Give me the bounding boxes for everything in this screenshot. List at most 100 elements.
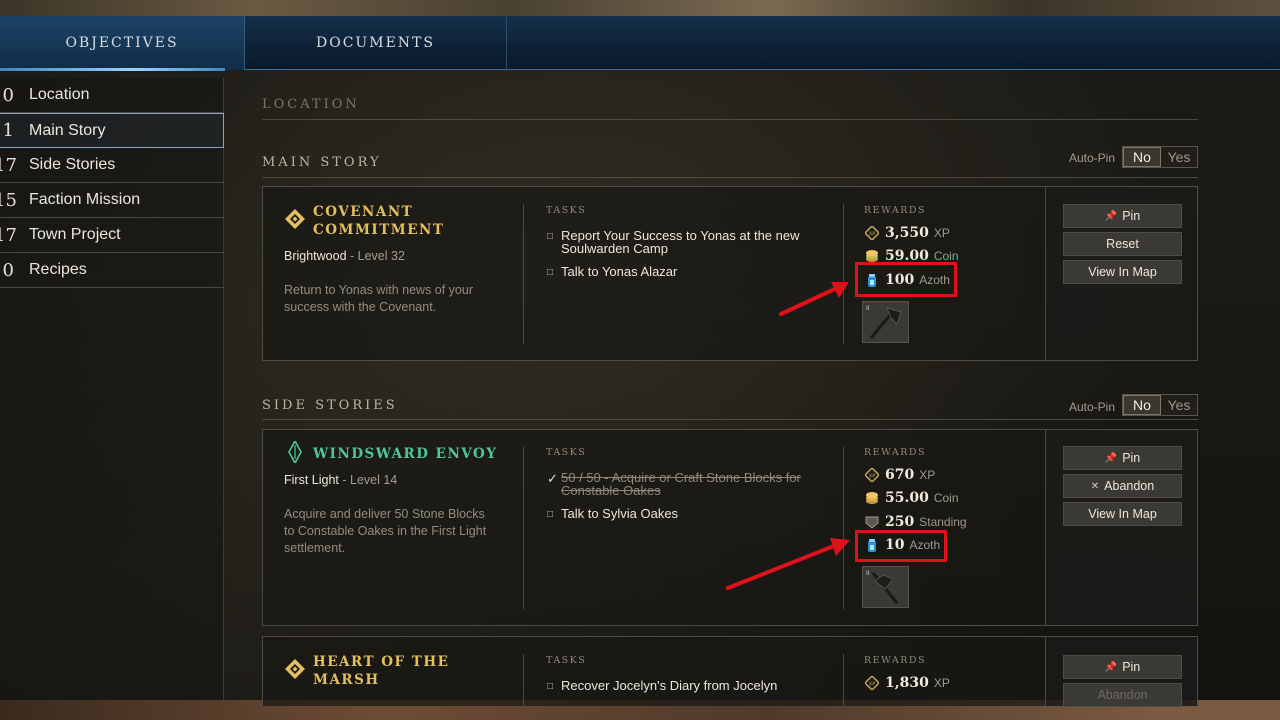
autopin-yes-option[interactable]: Yes <box>1161 147 1197 167</box>
autopin-no-option[interactable]: No <box>1123 147 1161 167</box>
standing-icon <box>865 515 879 529</box>
reward-value: 1,830 <box>885 675 929 691</box>
rewards-header: REWARDS <box>864 655 927 666</box>
sidebar-count: 0 <box>2 84 14 106</box>
task-checkbox: □ <box>547 231 554 242</box>
sidebar-item-side-stories[interactable]: 17 Side Stories <box>0 148 224 183</box>
section-title-main-story: MAIN STORY <box>262 155 382 170</box>
close-icon: ✕ <box>1090 480 1100 492</box>
column-divider <box>843 654 844 714</box>
sidebar-item-location[interactable]: 0 Location <box>0 78 224 113</box>
quest-description: Acquire and deliver 50 Stone Blocks to C… <box>284 507 487 555</box>
reward-value: 250 <box>885 514 915 530</box>
section-divider <box>262 177 1198 178</box>
pin-button[interactable]: 📌 Pin <box>1063 204 1182 228</box>
main-quest-diamond-icon <box>285 209 305 229</box>
azoth-highlight-box <box>855 262 957 297</box>
pin-icon: 📌 <box>1104 661 1118 673</box>
task-text: 50 / 50 - Acquire or Craft Stone Blocks … <box>561 470 801 498</box>
reward-value: 670 <box>885 467 915 483</box>
reward-xp: XP 3,550 XP <box>865 225 950 241</box>
pin-button[interactable]: 📌 Pin <box>1063 446 1182 470</box>
red-arrow-icon <box>779 282 849 316</box>
sidebar-count: 17 <box>0 154 17 176</box>
task-text: Talk to Yonas Alazar <box>561 264 678 279</box>
sidebar-count: 17 <box>0 224 17 246</box>
reward-item-slot[interactable]: II <box>862 301 909 343</box>
sidebar-item-label: Town Project <box>29 226 121 243</box>
reward-unit: Standing <box>919 515 967 529</box>
pin-icon: 📌 <box>1104 452 1118 464</box>
view-in-map-button[interactable]: View In Map <box>1063 260 1182 284</box>
button-label: Abandon <box>1104 479 1155 493</box>
task-item: □ Recover Jocelyn's Diary from Jocelyn <box>547 679 831 693</box>
quest-card-windsward-envoy[interactable]: WINDSWARD ENVOY First Light - Level 14 A… <box>262 429 1198 626</box>
reward-unit: XP <box>933 226 950 240</box>
pin-button[interactable]: 📌 Pin <box>1063 655 1182 679</box>
tasks-header: TASKS <box>546 205 587 216</box>
objectives-sidebar: 0 Location 1 Main Story 17 Side Stories … <box>0 78 224 700</box>
sidebar-item-label: Faction Mission <box>29 191 141 208</box>
autopin-no-option[interactable]: No <box>1123 395 1161 415</box>
autopin-yes-option[interactable]: Yes <box>1161 395 1197 415</box>
reward-unit: XP <box>933 676 950 690</box>
quest-location-name: Brightwood <box>284 249 347 263</box>
main-quest-diamond-icon <box>285 659 305 679</box>
abandon-button[interactable]: ✕ Abandon <box>1063 474 1182 498</box>
reward-item-slot[interactable]: II <box>862 566 909 608</box>
tab-objectives[interactable]: OBJECTIVES <box>0 16 245 71</box>
azoth-highlight-box <box>855 530 947 562</box>
pin-icon: 📌 <box>1104 210 1118 222</box>
reward-xp: XP 670 XP <box>865 467 935 483</box>
task-checkbox: □ <box>547 267 554 278</box>
tab-bar: OBJECTIVES DOCUMENTS <box>0 16 1280 71</box>
abandon-button[interactable]: Abandon <box>1063 683 1182 707</box>
reset-button[interactable]: Reset <box>1063 232 1182 256</box>
task-checkbox: □ <box>547 681 554 692</box>
reward-coin: 55.00 Coin <box>865 490 959 506</box>
quest-title: COVENANT COMMITMENT <box>313 203 444 239</box>
coin-icon <box>865 249 879 263</box>
task-item: □ Talk to Yonas Alazar <box>547 265 831 279</box>
section-title-side-stories: SIDE STORIES <box>262 398 398 413</box>
autopin-toggle-side: No Yes <box>1122 394 1198 416</box>
coin-icon <box>865 491 879 505</box>
sidebar-item-main-story[interactable]: 1 Main Story <box>0 113 224 148</box>
task-item: □ Report Your Success to Yonas at the ne… <box>547 229 831 255</box>
svg-text:XP: XP <box>869 474 875 480</box>
quest-description: Return to Yonas with news of your succes… <box>284 283 474 314</box>
reward-unit: Coin <box>933 491 959 505</box>
svg-text:XP: XP <box>869 232 875 238</box>
quest-title: WINDSWARD ENVOY <box>313 446 498 462</box>
top-scene-strip <box>0 0 1280 16</box>
quest-location-name: First Light <box>284 473 339 487</box>
sidebar-item-recipes[interactable]: 0 Recipes <box>0 253 224 288</box>
section-divider <box>262 119 1198 120</box>
quest-title-line: MARSH <box>313 672 380 688</box>
reward-value: 3,550 <box>885 225 929 241</box>
tasks-header: TASKS <box>546 447 587 458</box>
sidebar-item-label: Recipes <box>29 261 87 278</box>
section-title-location: LOCATION <box>262 97 360 112</box>
svg-text:II: II <box>866 305 870 312</box>
column-divider <box>523 654 524 714</box>
sidebar-count: 15 <box>0 189 17 211</box>
sidebar-item-faction-mission[interactable]: 15 Faction Mission <box>0 183 224 218</box>
button-label: Pin <box>1122 209 1141 223</box>
quest-card-heart-of-the-marsh[interactable]: HEART OF THE MARSH TASKS □ Recover Jocel… <box>262 636 1198 714</box>
sidebar-item-label: Location <box>29 86 90 103</box>
tab-documents[interactable]: DOCUMENTS <box>245 16 507 70</box>
hatchet-icon: II <box>866 305 902 339</box>
axe-icon: II <box>866 570 899 604</box>
button-label: Pin <box>1122 660 1141 674</box>
quest-card-covenant-commitment[interactable]: COVENANT COMMITMENT Brightwood - Level 3… <box>262 186 1198 361</box>
view-in-map-button[interactable]: View In Map <box>1063 502 1182 526</box>
autopin-label: Auto-Pin <box>1069 151 1116 165</box>
side-quest-crystal-icon <box>288 441 302 463</box>
quest-location: Brightwood - Level 32 <box>284 249 405 263</box>
sidebar-item-town-project[interactable]: 17 Town Project <box>0 218 224 253</box>
reward-value: 55.00 <box>885 490 929 506</box>
sidebar-item-label: Main Story <box>29 121 106 139</box>
svg-text:XP: XP <box>869 682 875 688</box>
reward-xp: XP 1,830 XP <box>865 675 950 691</box>
